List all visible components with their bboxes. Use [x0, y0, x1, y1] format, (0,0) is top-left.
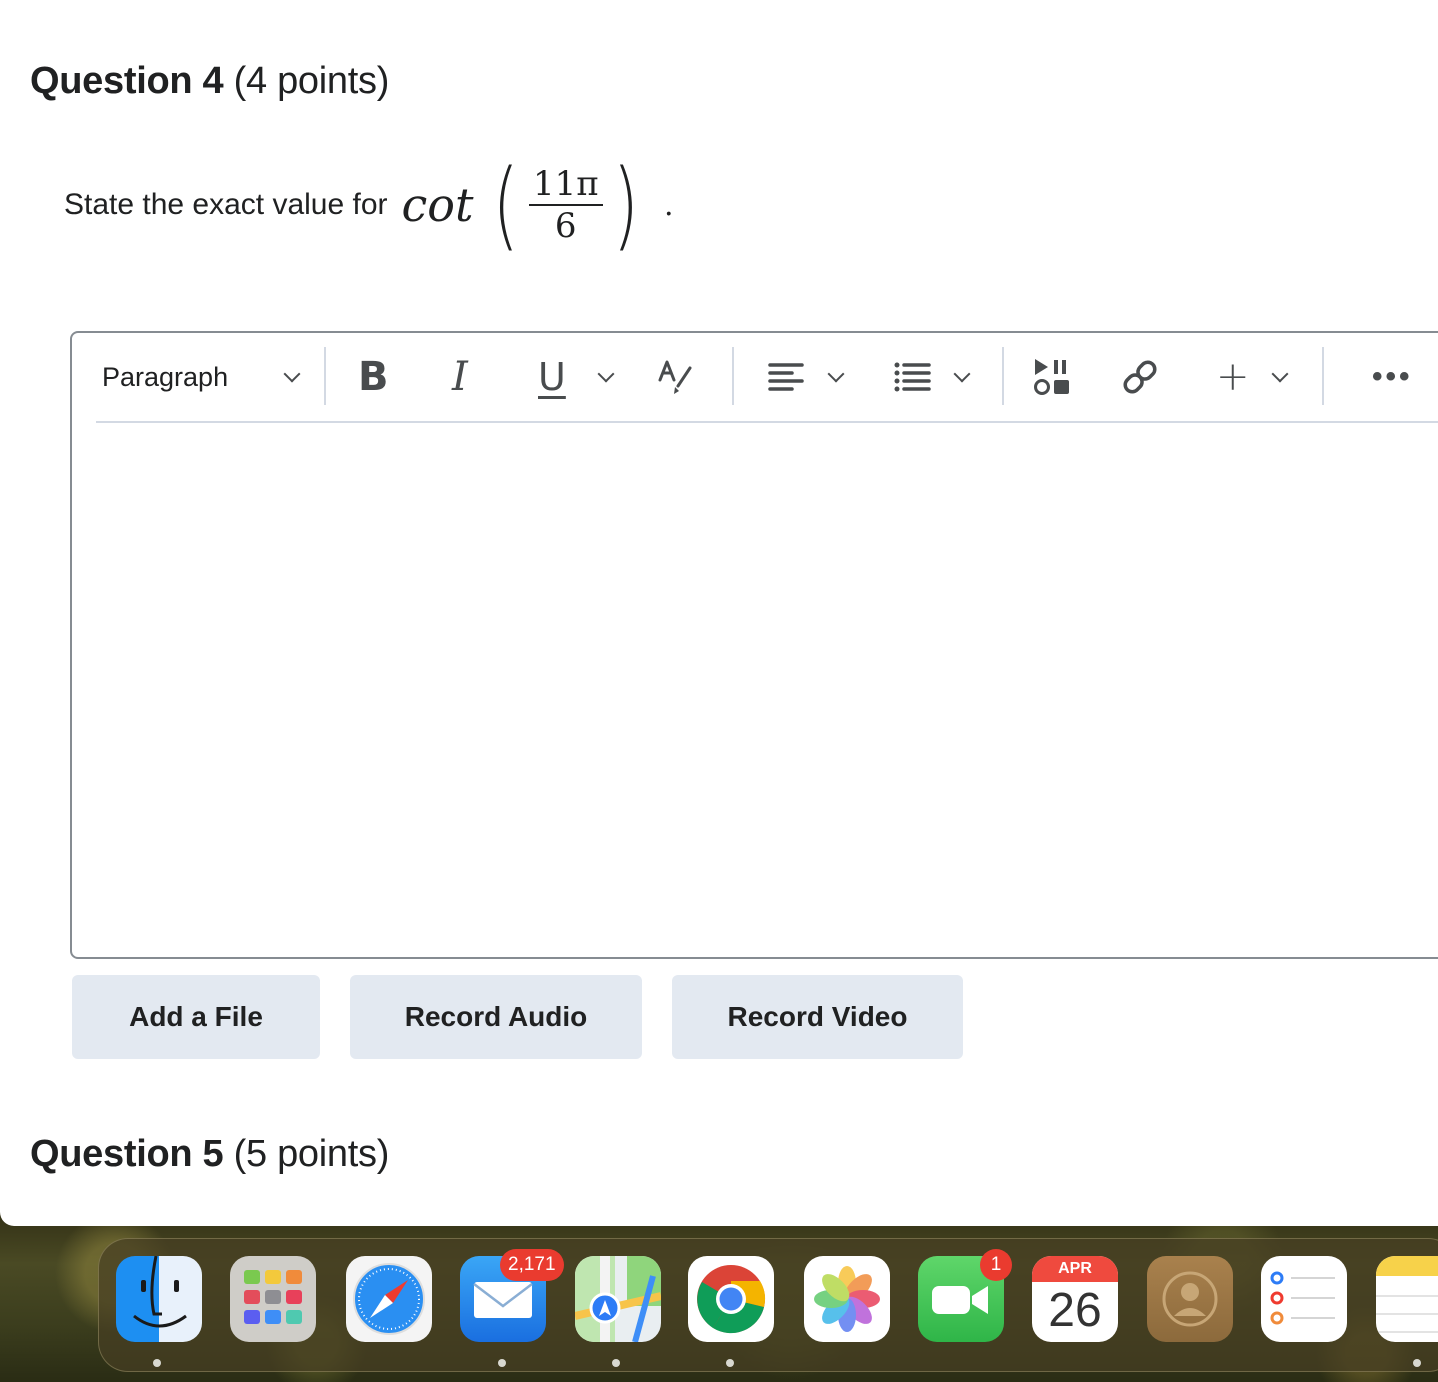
chrome-icon[interactable]	[688, 1256, 774, 1342]
maps-navigation-icon	[575, 1256, 661, 1342]
editor-toolbar: Paragraph B I U + •••	[96, 333, 1438, 423]
notes-lines-icon	[1376, 1295, 1438, 1333]
finder-face-icon	[133, 1256, 187, 1328]
reminders-icon[interactable]	[1261, 1256, 1347, 1342]
chrome-logo-icon	[697, 1265, 766, 1334]
quiz-page: Question 4 (4 points) State the exact va…	[0, 0, 1438, 1226]
fraction-numerator: 11π	[528, 164, 603, 206]
insert-media-button[interactable]	[1032, 349, 1072, 405]
answer-editor[interactable]: Paragraph B I U + •••	[70, 331, 1438, 959]
photos-flower-icon	[814, 1266, 880, 1332]
paragraph-label: Paragraph	[102, 361, 229, 392]
question-5-heading: Question 5 (5 points)	[30, 1133, 389, 1176]
safari-compass-icon	[353, 1263, 425, 1335]
text-format-button[interactable]	[656, 349, 698, 405]
maps-running-indicator	[612, 1359, 620, 1367]
underline-button[interactable]: U	[538, 349, 615, 405]
finder-running-indicator	[153, 1359, 161, 1367]
toolbar-divider	[1322, 347, 1324, 405]
chevron-down-icon	[597, 365, 615, 383]
safari-icon[interactable]	[346, 1256, 432, 1342]
fraction-denominator: 6	[554, 206, 577, 246]
plus-icon: +	[1216, 354, 1250, 400]
prompt-period: .	[664, 188, 674, 223]
chrome-running-indicator	[726, 1359, 734, 1367]
math-function: cot	[401, 178, 474, 232]
notes-running-indicator	[1413, 1359, 1421, 1367]
photos-icon[interactable]	[804, 1256, 890, 1342]
record-video-button[interactable]: Record Video	[672, 975, 963, 1059]
link-icon	[1123, 360, 1157, 394]
bulleted-list-icon	[894, 362, 931, 392]
chevron-down-icon	[953, 365, 971, 383]
align-dropdown[interactable]	[766, 349, 845, 405]
chevron-down-icon	[827, 365, 845, 383]
chevron-down-icon	[1271, 365, 1289, 383]
mail-running-indicator	[498, 1359, 506, 1367]
math-expression: cot ( 11π 6 ) .	[402, 157, 674, 253]
add-file-button[interactable]: Add a File	[72, 975, 320, 1059]
format-painter-icon	[658, 360, 692, 394]
launchpad-icon[interactable]	[230, 1256, 316, 1342]
prompt-text: State the exact value for	[64, 188, 388, 221]
question-5-label: Question 5	[30, 1133, 224, 1175]
contacts-icon[interactable]	[1147, 1256, 1233, 1342]
media-icon	[1034, 359, 1069, 395]
calendar-day: 26	[1048, 1283, 1102, 1337]
underline-label: U	[538, 355, 566, 399]
record-audio-button[interactable]: Record Audio	[350, 975, 642, 1059]
chevron-down-icon	[283, 365, 301, 383]
question-4-heading: Question 4 (4 points)	[30, 60, 389, 103]
right-paren: )	[612, 149, 639, 261]
toolbar-divider	[324, 347, 326, 405]
mail-unread-badge: 2,171	[500, 1249, 564, 1281]
question-4-points: (4 points)	[233, 60, 390, 102]
facetime-badge: 1	[980, 1249, 1012, 1281]
question-4-label: Question 4	[30, 60, 224, 102]
more-actions-button[interactable]: •••	[1372, 349, 1413, 405]
question-5-points: (5 points)	[233, 1133, 390, 1175]
toolbar-divider	[1002, 347, 1004, 405]
launchpad-grid-icon	[244, 1270, 302, 1324]
insert-link-button[interactable]	[1120, 349, 1160, 405]
finder-icon[interactable]	[116, 1256, 202, 1342]
italic-button[interactable]: I	[452, 349, 468, 405]
list-dropdown[interactable]	[892, 349, 971, 405]
toolbar-divider	[732, 347, 734, 405]
calendar-icon[interactable]: APR 26	[1032, 1256, 1118, 1342]
notes-icon[interactable]	[1376, 1256, 1438, 1342]
reminders-list-icon	[1270, 1271, 1335, 1325]
paragraph-format-dropdown[interactable]: Paragraph	[102, 349, 301, 405]
contact-person-icon	[1162, 1271, 1218, 1327]
bold-button[interactable]: B	[358, 349, 389, 405]
insert-stuff-dropdown[interactable]: +	[1216, 349, 1289, 405]
fraction: 11π 6	[528, 164, 603, 246]
question-4-prompt: State the exact value for cot ( 11π 6 ) …	[64, 150, 674, 260]
left-paren: (	[493, 149, 520, 261]
align-left-icon	[768, 363, 804, 391]
calendar-month: APR	[1032, 1256, 1118, 1282]
maps-icon[interactable]	[575, 1256, 661, 1342]
